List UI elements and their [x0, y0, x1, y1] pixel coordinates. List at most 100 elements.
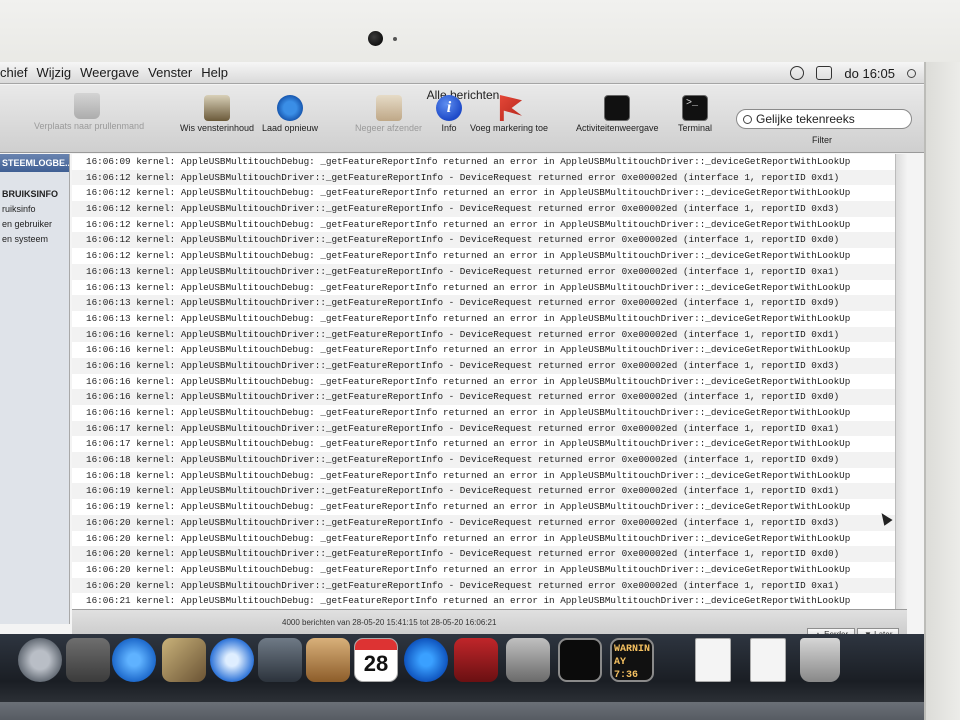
- log-row[interactable]: 16:06:12 kernel: AppleUSBMultitouchDrive…: [72, 201, 895, 217]
- reload-button[interactable]: Laad opnieuw: [262, 95, 318, 133]
- dock: 28 WARNIN AY 7:36: [0, 634, 924, 720]
- message-count-status: 4000 berichten van 28-05-20 15:41:15 tot…: [282, 618, 497, 627]
- menu-archief[interactable]: chief: [0, 65, 36, 80]
- image-capture-icon[interactable]: [162, 638, 206, 682]
- laptop-bezel-right: [926, 62, 960, 720]
- itunes-icon[interactable]: [404, 638, 448, 682]
- log-row[interactable]: 16:06:20 kernel: AppleUSBMultitouchDebug…: [72, 530, 895, 547]
- toolbar-label: Negeer afzender: [355, 123, 423, 133]
- log-row[interactable]: 16:06:12 kernel: AppleUSBMultitouchDebug…: [72, 185, 895, 202]
- flag-icon: [499, 95, 523, 121]
- search-icon: [743, 114, 752, 124]
- spotlight-icon[interactable]: [907, 68, 916, 78]
- log-row[interactable]: 16:06:20 kernel: AppleUSBMultitouchDebug…: [72, 561, 895, 578]
- safari-icon[interactable]: [210, 638, 254, 682]
- calendar-icon[interactable]: 28: [354, 638, 398, 682]
- calendar-day: 28: [363, 651, 389, 676]
- log-row[interactable]: 16:06:16 kernel: AppleUSBMultitouchDebug…: [72, 373, 895, 390]
- terminal-icon: >_: [682, 95, 708, 121]
- menu-weergave[interactable]: Weergave: [80, 65, 148, 80]
- camera-icon: [368, 31, 383, 46]
- clear-icon: [204, 95, 231, 121]
- sidebar-section-diagnostics: BRUIKSINFO: [2, 189, 58, 199]
- log-row[interactable]: 16:06:16 kernel: AppleUSBMultitouchDebug…: [72, 405, 895, 421]
- log-row[interactable]: 16:06:09 kernel: AppleUSBMultitouchDebug…: [72, 154, 895, 170]
- log-row[interactable]: 16:06:20 kernel: AppleUSBMultitouchDrive…: [72, 546, 895, 562]
- download-document-icon[interactable]: [750, 638, 786, 682]
- log-row[interactable]: 16:06:12 kernel: AppleUSBMultitouchDrive…: [72, 232, 895, 249]
- log-message-list[interactable]: 16:06:09 kernel: AppleUSBMultitouchDebug…: [72, 154, 895, 609]
- log-row[interactable]: 16:06:18 kernel: AppleUSBMultitouchDrive…: [72, 452, 895, 468]
- toolbar-label: Verplaats naar prullenmand: [34, 121, 145, 131]
- photo-booth-icon[interactable]: [454, 638, 498, 682]
- log-row[interactable]: 16:06:13 kernel: AppleUSBMultitouchDebug…: [72, 279, 895, 296]
- menu-venster[interactable]: Venster: [148, 65, 201, 80]
- search-value: Gelijke tekenreeks: [756, 112, 855, 126]
- ignore-sender-button[interactable]: Negeer afzender: [355, 95, 422, 133]
- menu-wijzig[interactable]: Wijzig: [36, 65, 80, 80]
- log-row[interactable]: 16:06:21 kernel: AppleUSBMultitouchDebug…: [72, 593, 895, 609]
- sidebar: STEEMLOGBE... BRUIKSINFO ruiksinfo en ge…: [0, 154, 70, 624]
- log-row[interactable]: 16:06:20 kernel: AppleUSBMultitouchDrive…: [72, 577, 895, 594]
- toolbar: Alle berichten Verplaats naar prullenman…: [0, 85, 924, 153]
- ignore-icon: [375, 95, 402, 121]
- info-icon: i: [436, 95, 462, 121]
- clear-window-button[interactable]: Wis vensterinhoud: [180, 95, 254, 133]
- activity-monitor-icon[interactable]: [558, 638, 602, 682]
- log-row[interactable]: 16:06:13 kernel: AppleUSBMultitouchDrive…: [72, 263, 895, 280]
- menubar: chief Wijzig Weergave Venster Help do 16…: [0, 62, 924, 84]
- activity-icon: [604, 95, 631, 121]
- add-marker-button[interactable]: Voeg markering toe: [470, 95, 548, 133]
- screen: chief Wijzig Weergave Venster Help do 16…: [0, 62, 926, 720]
- log-row[interactable]: 16:06:12 kernel: AppleUSBMultitouchDrive…: [72, 169, 895, 186]
- log-row[interactable]: 16:06:17 kernel: AppleUSBMultitouchDebug…: [72, 436, 895, 453]
- log-row[interactable]: 16:06:16 kernel: AppleUSBMultitouchDrive…: [72, 326, 895, 343]
- trash-icon: [74, 93, 100, 119]
- log-row[interactable]: 16:06:19 kernel: AppleUSBMultitouchDrive…: [72, 483, 895, 500]
- window-title: Alle berichten: [426, 88, 500, 102]
- menubar-clock[interactable]: do 16:05: [844, 66, 895, 81]
- filter-search-field[interactable]: Gelijke tekenreeks: [736, 109, 912, 129]
- system-preferences-icon[interactable]: [506, 638, 550, 682]
- sidebar-item-system[interactable]: en systeem: [0, 231, 69, 246]
- menu-help[interactable]: Help: [201, 65, 237, 80]
- launchpad-icon[interactable]: [18, 638, 62, 682]
- log-row[interactable]: 16:06:16 kernel: AppleUSBMultitouchDrive…: [72, 357, 895, 374]
- log-row[interactable]: 16:06:13 kernel: AppleUSBMultitouchDebug…: [72, 310, 895, 327]
- document-icon[interactable]: [695, 638, 731, 682]
- battery-icon[interactable]: [816, 66, 833, 80]
- toolbar-label: Laad opnieuw: [262, 123, 319, 133]
- log-scrollbar[interactable]: [895, 154, 907, 624]
- camera-indicator: [393, 37, 397, 41]
- log-row[interactable]: 16:06:20 kernel: AppleUSBMultitouchDrive…: [72, 514, 895, 531]
- log-row[interactable]: 16:06:12 kernel: AppleUSBMultitouchDebug…: [72, 248, 895, 264]
- reload-icon: [277, 95, 304, 121]
- log-row[interactable]: 16:06:16 kernel: AppleUSBMultitouchDrive…: [72, 389, 895, 405]
- log-row[interactable]: 16:06:19 kernel: AppleUSBMultitouchDebug…: [72, 499, 895, 515]
- filter-label: Filter: [812, 135, 832, 145]
- info-button[interactable]: i Info: [436, 95, 462, 133]
- activity-monitor-button[interactable]: Activiteitenweergave: [576, 95, 659, 133]
- toolbar-label: Terminal: [678, 123, 713, 133]
- log-row[interactable]: 16:06:17 kernel: AppleUSBMultitouchDrive…: [72, 420, 895, 437]
- sidebar-item-system-logs[interactable]: STEEMLOGBE...: [0, 154, 69, 172]
- facetime-icon[interactable]: [258, 638, 302, 682]
- contacts-icon[interactable]: [306, 638, 350, 682]
- sidebar-item-diagnostics[interactable]: ruiksinfo: [0, 201, 69, 216]
- sidebar-item-user[interactable]: en gebruiker: [0, 216, 69, 231]
- console-icon[interactable]: WARNIN AY 7:36: [610, 638, 654, 682]
- move-to-trash-button[interactable]: Verplaats naar prullenmand: [34, 93, 145, 131]
- time-machine-icon[interactable]: [790, 66, 805, 80]
- toolbar-label: Voeg markering toe: [470, 123, 549, 133]
- dock-shelf: [0, 702, 924, 720]
- log-row[interactable]: 16:06:18 kernel: AppleUSBMultitouchDebug…: [72, 467, 895, 484]
- trash-icon[interactable]: [800, 638, 840, 682]
- laptop-bezel: [0, 0, 960, 64]
- terminal-button[interactable]: >_ Terminal: [678, 95, 712, 133]
- log-row[interactable]: 16:06:16 kernel: AppleUSBMultitouchDebug…: [72, 342, 895, 358]
- toolbar-label: Activiteitenweergave: [576, 123, 659, 133]
- log-row[interactable]: 16:06:12 kernel: AppleUSBMultitouchDebug…: [72, 216, 895, 233]
- app-store-icon[interactable]: [112, 638, 156, 682]
- log-row[interactable]: 16:06:13 kernel: AppleUSBMultitouchDrive…: [72, 295, 895, 311]
- iphoto-icon[interactable]: [66, 638, 110, 682]
